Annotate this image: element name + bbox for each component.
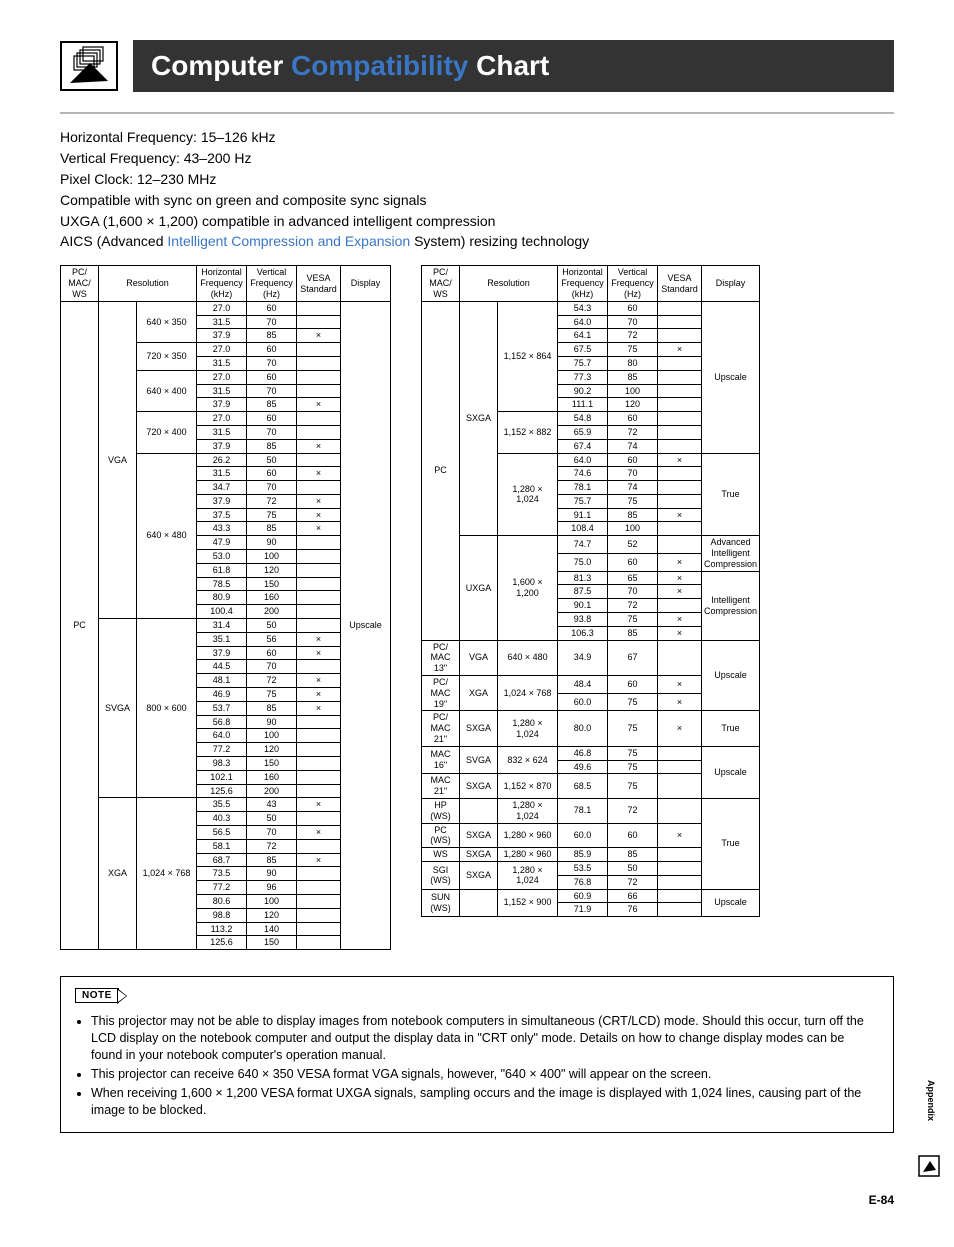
page-title: Computer Compatibility Chart xyxy=(133,40,894,92)
compatibility-tables: PC/MAC/WSResolutionHorizontalFrequency(k… xyxy=(60,265,894,950)
note-bullet: When receiving 1,600 × 1,200 VESA format… xyxy=(91,1085,879,1119)
table-header: PC/MAC/WS xyxy=(422,266,460,301)
intro-line: Pixel Clock: 12–230 MHz xyxy=(60,170,894,189)
table-row: UXGA1,600 × 1,20074.752AdvancedIntellige… xyxy=(422,536,760,554)
table-header: VerticalFrequency(Hz) xyxy=(608,266,658,301)
side-tab-label: Appendix xyxy=(926,1080,936,1121)
table-header: Resolution xyxy=(99,266,197,301)
table-row: PCSXGA1,152 × 86454.360Upscale xyxy=(422,301,760,315)
table-header: PC/MAC/WS xyxy=(61,266,99,301)
intro-line: UXGA (1,600 × 1,200) compatible in advan… xyxy=(60,212,894,231)
table-header: HorizontalFrequency(kHz) xyxy=(558,266,608,301)
table-row: PC/MAC 13"VGA640 × 48034.967Upscale xyxy=(422,640,760,675)
intro-line: Compatible with sync on green and compos… xyxy=(60,191,894,210)
table-header: Resolution xyxy=(460,266,558,301)
intro-line: AICS (Advanced Intelligent Compression a… xyxy=(60,232,894,251)
table-row: SUN(WS)1,152 × 90060.966Upscale xyxy=(422,889,760,903)
compatibility-table-right: PC/MAC/WSResolutionHorizontalFrequency(k… xyxy=(421,265,760,917)
note-box: NOTE This projector may not be able to d… xyxy=(60,976,894,1133)
intro-block: Horizontal Frequency: 15–126 kHz Vertica… xyxy=(60,128,894,251)
intro-line: Vertical Frequency: 43–200 Hz xyxy=(60,149,894,168)
note-label: NOTE xyxy=(75,988,119,1003)
chart-icon xyxy=(60,41,118,91)
compatibility-table-left: PC/MAC/WSResolutionHorizontalFrequency(k… xyxy=(60,265,391,950)
table-header: Display xyxy=(341,266,391,301)
table-row: MAC16"SVGA832 × 62446.875Upscale xyxy=(422,746,760,760)
page-number: E-84 xyxy=(60,1193,894,1207)
table-row: PC/MAC 21"SXGA1,280 × 1,02480.075×True xyxy=(422,711,760,746)
table-row: HP(WS)1,280 × 1,02478.172True xyxy=(422,799,760,824)
appendix-icon xyxy=(918,1155,940,1177)
table-header: VerticalFrequency(Hz) xyxy=(247,266,297,301)
note-bullet: This projector may not be able to displa… xyxy=(91,1013,879,1064)
divider xyxy=(60,112,894,114)
note-bullet: This projector can receive 640 × 350 VES… xyxy=(91,1066,879,1083)
table-row: PCVGA640 × 35027.060Upscale xyxy=(61,301,391,315)
intro-line: Horizontal Frequency: 15–126 kHz xyxy=(60,128,894,147)
table-header: VESAStandard xyxy=(297,266,341,301)
table-header: Display xyxy=(702,266,760,301)
table-header: VESAStandard xyxy=(658,266,702,301)
table-header: HorizontalFrequency(kHz) xyxy=(197,266,247,301)
page-header: Computer Compatibility Chart xyxy=(60,40,894,92)
